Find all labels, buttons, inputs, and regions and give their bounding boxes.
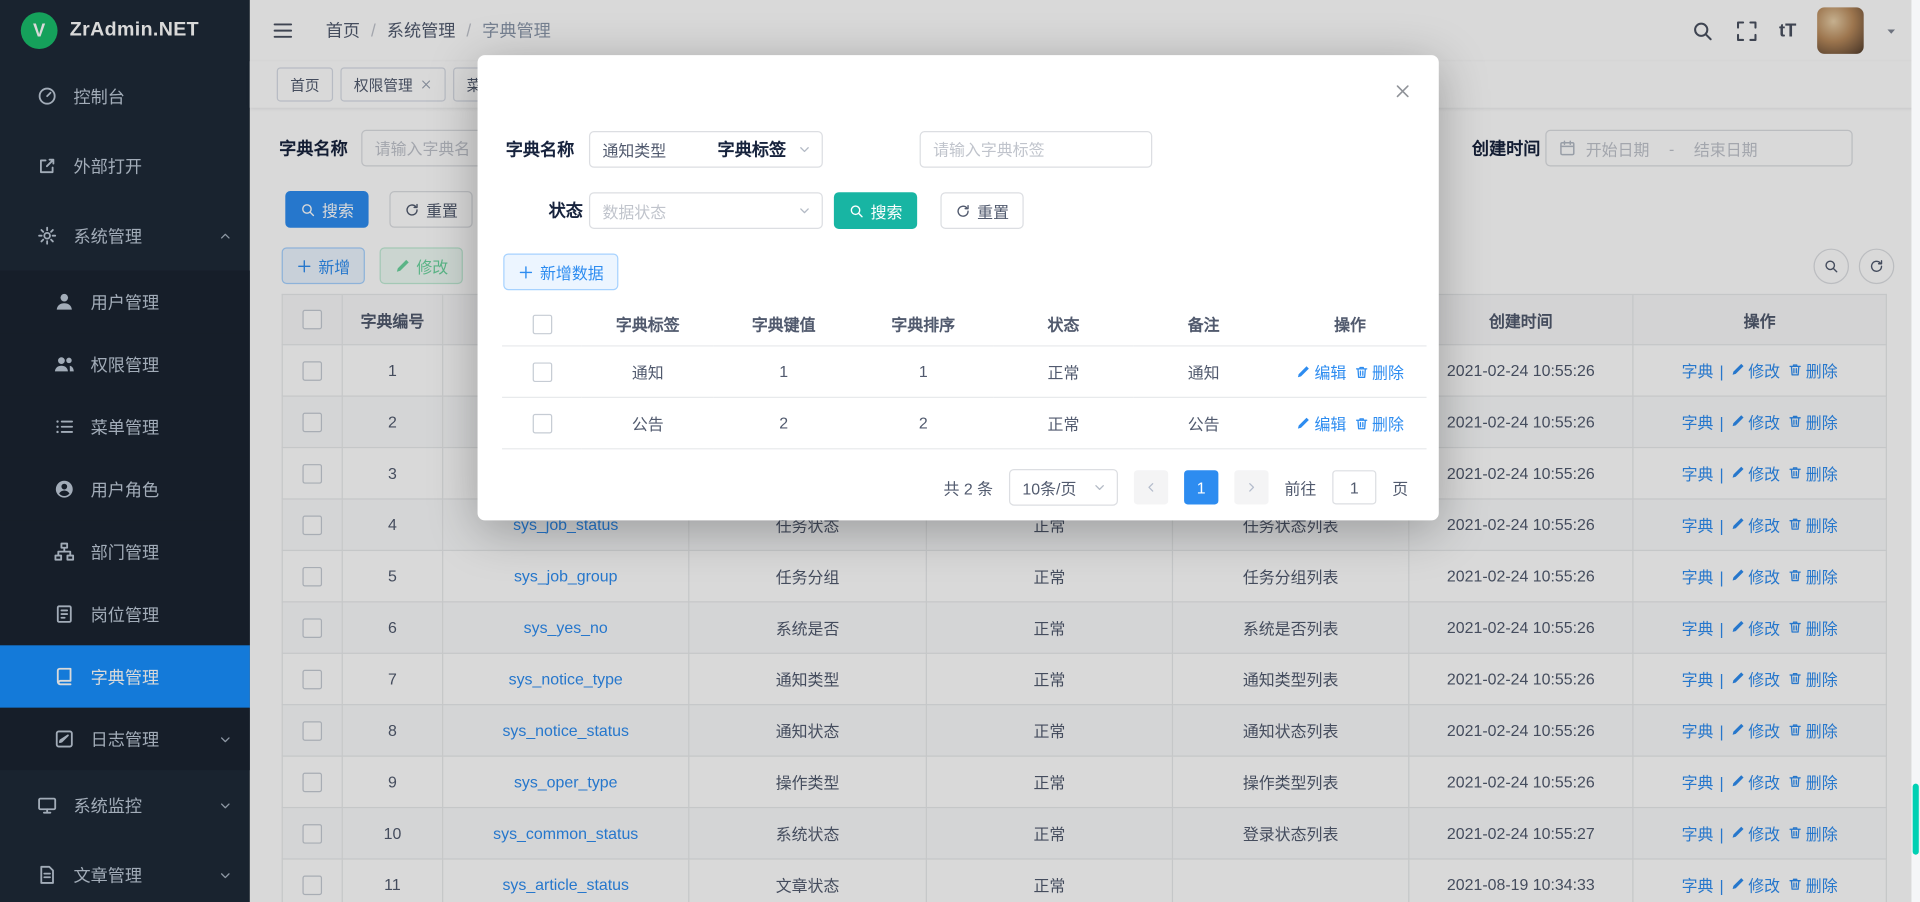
col-status: 状态 (993, 302, 1134, 345)
plus-icon (518, 264, 534, 280)
cell-remark: 通知 (1134, 346, 1274, 397)
add-dict-data-button[interactable]: 新增数据 (503, 253, 618, 290)
dialog-table-header-row: 字典标签 字典键值 字典排序 状态 备注 操作 (502, 302, 1426, 345)
dialog-dict-name-label: 字典名称 (506, 131, 575, 168)
app-root: V ZrAdmin.NET 控制台外部打开系统管理用户管理权限管理菜单管理用户角… (0, 0, 1920, 902)
cell-status: 正常 (993, 346, 1134, 397)
dialog-search-button[interactable]: 搜索 (834, 192, 917, 229)
dialog-table-row: 公告22正常公告编辑删除 (502, 397, 1426, 448)
col-dict-sort: 字典排序 (853, 302, 993, 345)
status-select-placeholder: 数据状态 (602, 199, 666, 222)
row-checkbox[interactable] (532, 414, 552, 434)
edit-icon (1296, 364, 1311, 379)
col-dict-label: 字典标签 (582, 302, 714, 345)
cell-dict-sort: 1 (853, 346, 993, 397)
dict-name-select-value: 通知类型 (602, 138, 666, 161)
dict-data-dialog: 字典名称 通知类型 字典标签 状态 数据状态 搜索 重置 新增数据 (478, 55, 1439, 520)
col-dict-value: 字典键值 (714, 302, 854, 345)
edit-link[interactable]: 编辑 (1296, 360, 1346, 383)
add-dict-data-label: 新增数据 (540, 260, 604, 283)
dialog-reset-button[interactable]: 重置 (940, 192, 1023, 229)
select-all-checkbox[interactable] (532, 314, 552, 334)
pagination-total: 共 2 条 (943, 476, 993, 499)
close-icon[interactable] (1393, 82, 1411, 100)
scrollbar-thumb[interactable] (1913, 784, 1919, 855)
goto-label: 前往 (1284, 476, 1316, 499)
cell-remark: 公告 (1134, 397, 1274, 448)
page-number-button[interactable]: 1 (1184, 470, 1218, 504)
search-icon (849, 203, 865, 219)
cell-status: 正常 (993, 397, 1134, 448)
page-size-select[interactable]: 10条/页 (1009, 469, 1118, 506)
trash-icon (1354, 364, 1369, 379)
chevron-down-icon (797, 142, 812, 157)
prev-page-button[interactable] (1134, 470, 1168, 504)
dict-data-table: 字典标签 字典键值 字典排序 状态 备注 操作 通知11正常通知编辑删除公告22… (502, 302, 1426, 449)
dict-label-label: 字典标签 (718, 131, 787, 168)
trash-icon (1354, 416, 1369, 431)
delete-link[interactable]: 删除 (1354, 411, 1404, 434)
chevron-right-icon (1244, 480, 1259, 495)
next-page-button[interactable] (1234, 470, 1268, 504)
status-select[interactable]: 数据状态 (589, 192, 823, 229)
row-actions: 编辑删除 (1273, 397, 1426, 448)
page-suffix-label: 页 (1392, 476, 1408, 499)
dialog-table-row: 通知11正常通知编辑删除 (502, 346, 1426, 397)
scrollbar (1911, 0, 1920, 902)
cell-dict-label: 通知 (582, 346, 714, 397)
dialog-reset-label: 重置 (977, 199, 1009, 222)
cell-dict-value: 2 (714, 397, 854, 448)
col-remark: 备注 (1134, 302, 1274, 345)
cell-dict-label: 公告 (582, 397, 714, 448)
chevron-left-icon (1144, 480, 1159, 495)
edit-link[interactable]: 编辑 (1296, 411, 1346, 434)
dialog-search-label: 搜索 (871, 199, 903, 222)
page-size-value: 10条/页 (1022, 476, 1076, 499)
pagination: 共 2 条 10条/页 1 前往 页 (478, 469, 1409, 506)
chevron-down-icon (1092, 480, 1107, 495)
cell-dict-value: 1 (714, 346, 854, 397)
cell-dict-sort: 2 (853, 397, 993, 448)
status-label: 状态 (544, 192, 583, 229)
col-actions: 操作 (1273, 302, 1426, 345)
delete-link[interactable]: 删除 (1354, 360, 1404, 383)
dict-label-input[interactable] (920, 131, 1153, 168)
chevron-down-icon (797, 203, 812, 218)
row-checkbox[interactable] (532, 362, 552, 382)
edit-icon (1296, 416, 1311, 431)
refresh-icon (955, 203, 971, 219)
row-actions: 编辑删除 (1273, 346, 1426, 397)
dict-name-select[interactable]: 通知类型 (589, 131, 823, 168)
goto-page-input[interactable] (1332, 470, 1376, 504)
